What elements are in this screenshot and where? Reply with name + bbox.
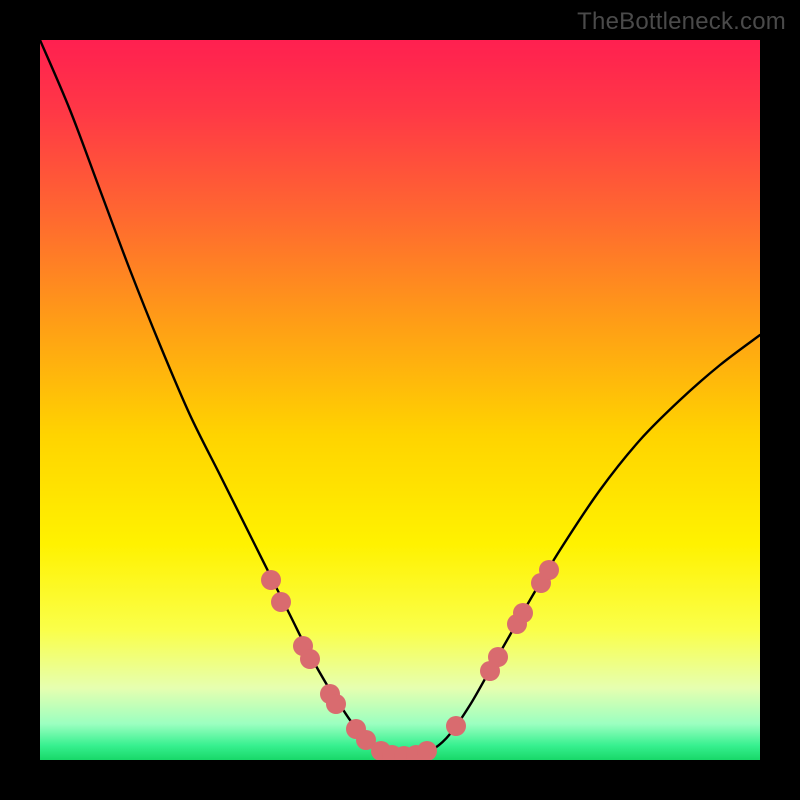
curve-marker xyxy=(446,716,466,736)
curve-marker xyxy=(417,741,437,760)
curve-marker xyxy=(513,603,533,623)
chart-frame: TheBottleneck.com xyxy=(0,0,800,800)
curve-marker xyxy=(300,649,320,669)
curve-markers xyxy=(261,560,559,760)
curve-marker xyxy=(326,694,346,714)
bottleneck-curve xyxy=(40,40,760,756)
curve-marker xyxy=(271,592,291,612)
plot-area xyxy=(40,40,760,760)
curve-marker xyxy=(488,647,508,667)
curve-marker xyxy=(539,560,559,580)
curve-marker xyxy=(261,570,281,590)
curve-layer xyxy=(40,40,760,760)
watermark-label: TheBottleneck.com xyxy=(577,8,786,36)
